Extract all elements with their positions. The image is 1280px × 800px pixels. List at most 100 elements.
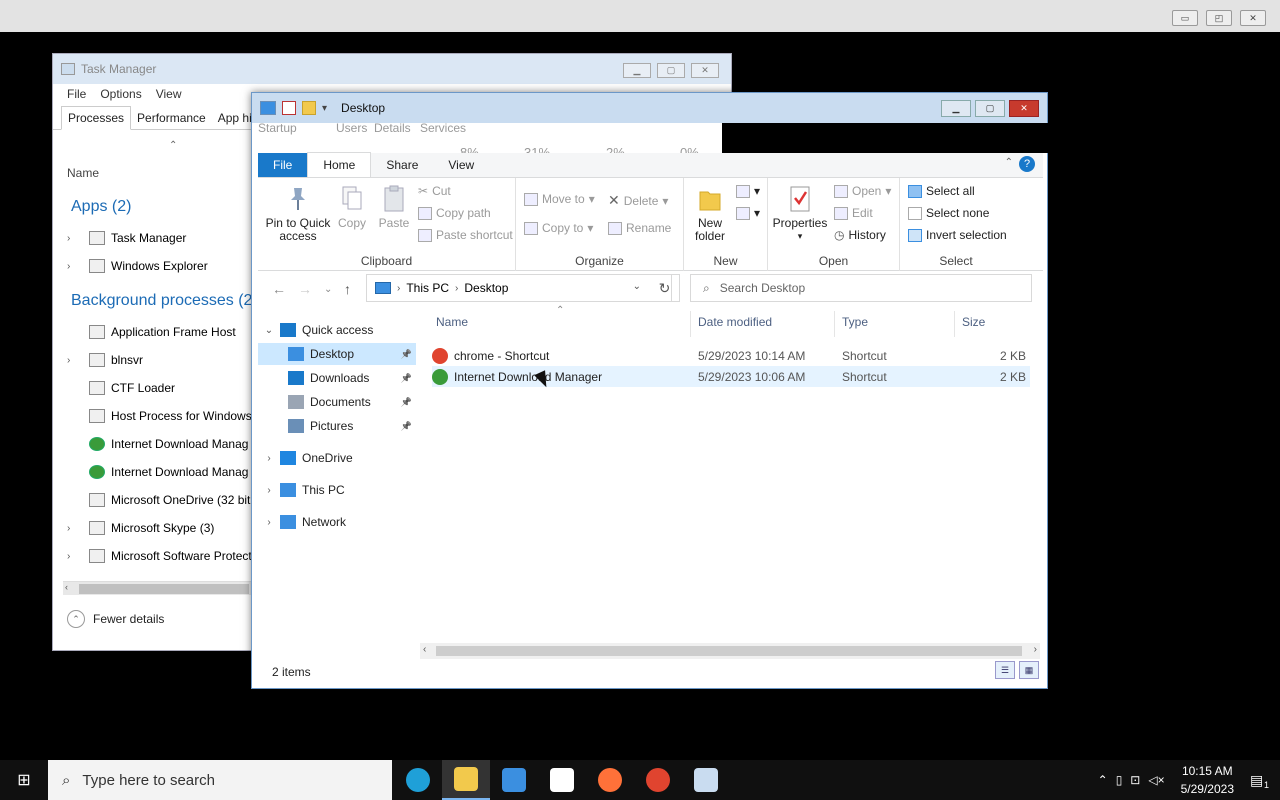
taskbar-firefox-button[interactable] — [586, 760, 634, 800]
column-size[interactable]: Size — [962, 315, 985, 329]
tm-minimize-button[interactable]: ▁ — [623, 63, 651, 78]
expand-chevron-icon[interactable]: › — [67, 261, 89, 272]
tab-home[interactable]: Home — [307, 152, 372, 177]
tab-processes[interactable]: Processes — [61, 106, 132, 130]
taskbar-file-explorer-button[interactable] — [442, 760, 490, 800]
file-row[interactable]: Internet Download Manager 5/29/2023 10:06… — [432, 366, 1030, 387]
select-all-button[interactable]: Select all — [908, 184, 975, 198]
tm-close-button[interactable]: ✕ — [691, 63, 719, 78]
scroll-thumb[interactable] — [79, 584, 249, 594]
tab-view[interactable]: View — [433, 153, 489, 177]
scroll-thumb[interactable] — [436, 646, 1022, 656]
network-icon[interactable]: ⊡ — [1130, 773, 1140, 787]
process-row[interactable]: Microsoft OneDrive (32 bit — [67, 490, 250, 510]
nav-item-onedrive[interactable]: › OneDrive — [258, 447, 416, 469]
file-list-horizontal-scrollbar[interactable]: ‹ › — [420, 643, 1040, 659]
fewer-details-button[interactable]: ⌃ Fewer details — [67, 610, 164, 628]
qat-dropdown-icon[interactable]: ▾ — [322, 103, 327, 114]
chevron-up-icon[interactable]: ⌃ — [1098, 773, 1108, 787]
tm-maximize-button[interactable]: ▢ — [657, 63, 685, 78]
expand-chevron-icon[interactable]: › — [67, 551, 89, 562]
address-box[interactable]: › This PC › Desktop ⌄ — [366, 274, 672, 302]
pin-icon[interactable]: 📌 — [401, 349, 412, 360]
expand-chevron-icon[interactable]: › — [258, 517, 280, 528]
nav-item-desktop[interactable]: Desktop 📌 — [258, 343, 416, 365]
process-row[interactable]: › Microsoft Software Protect — [67, 546, 252, 566]
nav-item-this-pc[interactable]: › This PC — [258, 479, 416, 501]
taskbar-search[interactable]: ⌕ Type here to search — [48, 760, 392, 800]
clock[interactable]: 10:15 AM 5/29/2023 — [1173, 762, 1242, 798]
edit-button[interactable]: Edit — [834, 206, 873, 220]
process-row[interactable]: › Microsoft Skype (3) — [67, 518, 214, 538]
refresh-button[interactable]: ↻ — [650, 274, 680, 302]
explorer-maximize-button[interactable]: ▢ — [975, 100, 1005, 117]
open-button[interactable]: Open ▾ — [834, 184, 891, 198]
chevron-right-icon[interactable]: › — [397, 283, 400, 294]
tm-menu-file[interactable]: File — [67, 87, 86, 101]
paste-shortcut-button[interactable]: Paste shortcut — [418, 228, 513, 242]
process-row[interactable]: CTF Loader — [67, 378, 175, 398]
properties-button[interactable]: Properties ▾ — [772, 184, 828, 243]
expand-chevron-icon[interactable]: › — [67, 233, 89, 244]
scroll-left-icon[interactable]: ‹ — [423, 644, 426, 655]
tm-horizontal-scrollbar[interactable]: ‹ — [63, 581, 251, 595]
nav-item-network[interactable]: › Network — [258, 511, 416, 533]
taskbar-task-manager-button[interactable] — [682, 760, 730, 800]
ribbon-collapse-icon[interactable]: ⌃ — [1005, 157, 1013, 168]
properties-qat-icon[interactable] — [282, 101, 296, 115]
start-button[interactable]: ⊞ — [0, 760, 48, 800]
breadcrumb-this-pc[interactable]: This PC — [406, 281, 449, 295]
copy-button[interactable]: Copy — [332, 184, 372, 230]
notification-icon[interactable]: ▤ 1 — [1250, 772, 1280, 790]
forward-arrow-icon[interactable]: → — [298, 281, 312, 297]
tab-file[interactable]: File — [258, 153, 308, 177]
help-icon[interactable]: ? — [1019, 156, 1035, 172]
expand-chevron-icon[interactable]: › — [67, 355, 89, 366]
new-folder-button[interactable]: New folder — [688, 184, 732, 243]
copy-path-button[interactable]: Copy path — [418, 206, 491, 220]
invert-selection-button[interactable]: Invert selection — [908, 228, 1007, 242]
column-separator[interactable] — [690, 311, 691, 337]
taskbar-edge-button[interactable] — [394, 760, 442, 800]
back-arrow-icon[interactable]: ← — [272, 281, 286, 297]
process-row[interactable]: › Windows Explorer — [67, 256, 208, 276]
tablet-icon[interactable]: ▯ — [1116, 773, 1123, 787]
chevron-right-icon[interactable]: › — [455, 283, 458, 294]
process-row[interactable]: › blnsvr — [67, 350, 143, 370]
paste-button[interactable]: Paste — [374, 184, 414, 230]
process-row[interactable]: Application Frame Host — [67, 322, 236, 342]
large-icons-view-icon[interactable]: ▦ — [1019, 661, 1039, 679]
new-folder-qat-icon[interactable] — [302, 101, 316, 115]
process-row[interactable]: Internet Download Manag — [67, 462, 248, 482]
column-name[interactable]: Name — [436, 315, 468, 329]
tm-menu-options[interactable]: Options — [100, 87, 141, 101]
volume-muted-icon[interactable]: ◁× — [1148, 773, 1164, 787]
expand-chevron-icon[interactable]: ⌄ — [258, 325, 280, 336]
host-minimize-button[interactable]: ▭ — [1172, 10, 1198, 26]
tab-share[interactable]: Share — [371, 153, 433, 177]
search-box[interactable]: ⌕ Search Desktop — [690, 274, 1032, 302]
details-view-icon[interactable]: ☰ — [995, 661, 1015, 679]
process-row[interactable]: Host Process for Windows — [67, 406, 252, 426]
breadcrumb-desktop[interactable]: Desktop — [464, 281, 508, 295]
pin-icon[interactable]: 📌 — [401, 421, 412, 432]
taskbar-mail-button[interactable] — [538, 760, 586, 800]
host-close-button[interactable]: ✕ — [1240, 10, 1266, 26]
taskbar-store-button[interactable] — [490, 760, 538, 800]
scroll-left-icon[interactable]: ‹ — [65, 582, 68, 592]
history-button[interactable]: ◷ History — [834, 228, 886, 242]
pin-quick-access-button[interactable]: Pin to Quick access — [262, 184, 334, 243]
select-none-button[interactable]: Select none — [908, 206, 989, 220]
taskbar-chrome-button[interactable] — [634, 760, 682, 800]
easy-access-button[interactable]: ▾ — [736, 206, 760, 220]
rename-button[interactable]: Rename — [608, 221, 671, 235]
column-type[interactable]: Type — [842, 315, 868, 329]
file-row[interactable]: chrome - Shortcut 5/29/2023 10:14 AM Short… — [432, 345, 1030, 366]
process-row[interactable]: › Task Manager — [67, 228, 186, 248]
tm-column-name[interactable]: Name — [67, 166, 99, 180]
delete-button[interactable]: ✕ Delete ▾ — [608, 192, 668, 209]
column-separator[interactable] — [834, 311, 835, 337]
tm-menu-view[interactable]: View — [156, 87, 182, 101]
nav-item-quick-access[interactable]: ⌄ Quick access — [258, 319, 416, 341]
pin-icon[interactable]: 📌 — [401, 397, 412, 408]
